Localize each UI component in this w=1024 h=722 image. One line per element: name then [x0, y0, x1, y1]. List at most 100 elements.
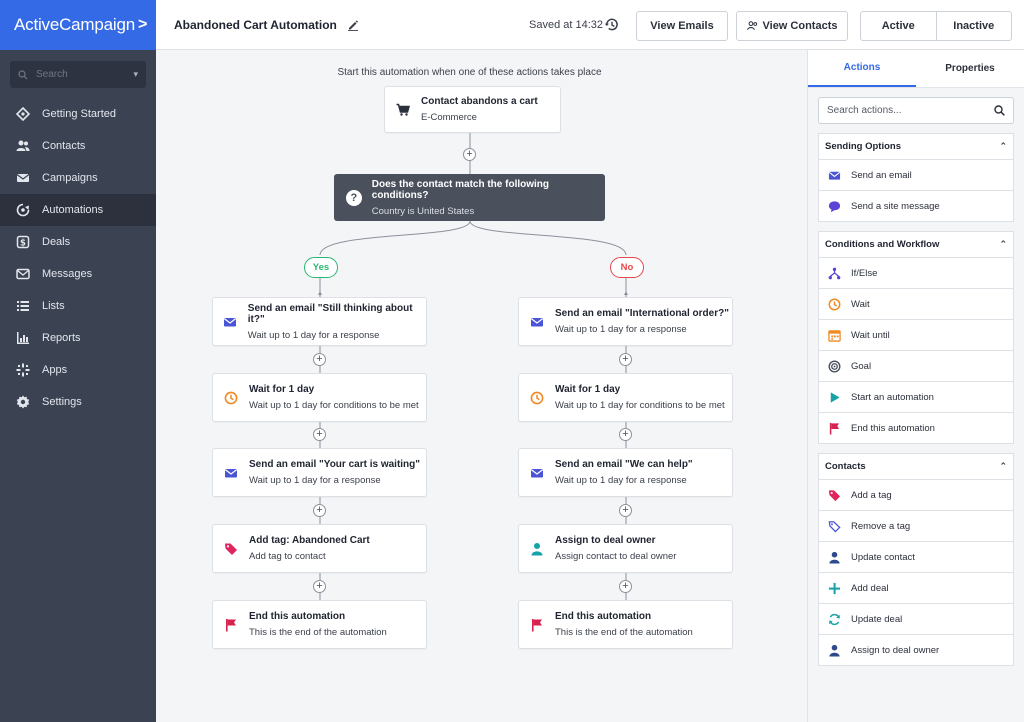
view-contacts-button[interactable]: View Contacts [736, 11, 848, 41]
chevron-down-icon[interactable]: ▾ [133, 69, 138, 80]
action-wait[interactable]: Wait [818, 289, 1014, 320]
add-step-button[interactable]: + [619, 504, 632, 517]
sidebar-item-contacts[interactable]: Contacts [0, 130, 156, 162]
automation-canvas[interactable]: Start this automation when one of these … [156, 50, 807, 722]
clock-icon [827, 297, 841, 311]
sidebar-item-reports[interactable]: Reports [0, 322, 156, 354]
section-title: Sending Options [825, 141, 901, 152]
no-step-3[interactable]: Send an email "We can help" Wait up to 1 … [518, 448, 733, 497]
actions-search[interactable] [818, 97, 1014, 124]
action-wait-until[interactable]: Wait until [818, 320, 1014, 351]
sidebar-search-input[interactable]: Search [28, 69, 133, 80]
trigger-title: Contact abandons a cart [421, 96, 538, 107]
trigger-node[interactable]: Contact abandons a cart E-Commerce [384, 86, 561, 133]
action-label: Start an automation [851, 391, 934, 403]
search-icon[interactable] [994, 105, 1005, 116]
no-step-4[interactable]: Assign to deal owner Assign contact to de… [518, 524, 733, 573]
no-step-5[interactable]: End this automation This is the end of th… [518, 600, 733, 649]
envelope-icon [519, 466, 555, 480]
action-send-site-message[interactable]: Send a site message [818, 191, 1014, 222]
section-header[interactable]: Contacts ⌃ [818, 453, 1014, 480]
chevron-up-icon: ⌃ [999, 461, 1007, 471]
active-button[interactable]: Active [861, 12, 936, 40]
action-add-tag[interactable]: Add a tag [818, 480, 1014, 511]
yes-branch-label[interactable]: Yes [304, 257, 338, 278]
envelope-icon [213, 466, 249, 480]
chat-icon [827, 199, 841, 213]
yes-step-4[interactable]: Add tag: Abandoned Cart Add tag to contac… [212, 524, 427, 573]
yes-step-5[interactable]: End this automation This is the end of th… [212, 600, 427, 649]
add-step-button[interactable]: + [313, 428, 326, 441]
logo[interactable]: ActiveCampaign > [0, 0, 156, 50]
yes-step-2[interactable]: Wait for 1 day Wait up to 1 day for condi… [212, 373, 427, 422]
section-header[interactable]: Conditions and Workflow ⌃ [818, 231, 1014, 258]
sidebar-item-label: Settings [42, 396, 82, 408]
action-goal[interactable]: Goal [818, 351, 1014, 382]
condition-node[interactable]: ? Does the contact match the following c… [334, 174, 605, 221]
history-icon[interactable] [604, 17, 619, 32]
svg-text:$: $ [20, 239, 26, 249]
envelope-icon [519, 315, 555, 329]
step-title: Wait for 1 day [249, 384, 315, 395]
add-step-button[interactable]: + [619, 353, 632, 366]
no-step-2[interactable]: Wait for 1 day Wait up to 1 day for condi… [518, 373, 733, 422]
add-step-button[interactable]: + [313, 353, 326, 366]
split-icon [827, 266, 841, 280]
add-step-button[interactable]: + [619, 428, 632, 441]
action-if-else[interactable]: If/Else [818, 258, 1014, 289]
pencil-icon[interactable] [347, 19, 359, 31]
add-step-button[interactable]: + [313, 580, 326, 593]
sidebar-item-settings[interactable]: Settings [0, 386, 156, 418]
action-add-deal[interactable]: Add deal [818, 573, 1014, 604]
action-remove-tag[interactable]: Remove a tag [818, 511, 1014, 542]
tag-outline-icon [827, 519, 841, 533]
tab-actions[interactable]: Actions [808, 50, 916, 87]
inactive-button[interactable]: Inactive [935, 12, 1012, 40]
yes-step-1[interactable]: Send an email "Still thinking about it?"… [212, 297, 427, 346]
action-send-email[interactable]: Send an email [818, 160, 1014, 191]
sidebar-item-campaigns[interactable]: Campaigns [0, 162, 156, 194]
clock-icon [519, 391, 555, 405]
action-label: Update contact [851, 551, 915, 563]
sidebar-item-messages[interactable]: Messages [0, 258, 156, 290]
users-icon [746, 21, 757, 31]
tab-properties[interactable]: Properties [916, 50, 1024, 87]
action-update-deal[interactable]: Update deal [818, 604, 1014, 635]
action-end-automation[interactable]: End this automation [818, 413, 1014, 444]
sidebar-item-lists[interactable]: Lists [0, 290, 156, 322]
step-title: Wait for 1 day [555, 384, 621, 395]
page-title[interactable]: Abandoned Cart Automation [174, 18, 337, 32]
action-label: Remove a tag [851, 520, 911, 532]
sidebar-item-deals[interactable]: $ Deals [0, 226, 156, 258]
action-assign-deal-owner[interactable]: Assign to deal owner [818, 635, 1014, 666]
envelope-icon [827, 168, 841, 182]
step-subtitle: This is the end of the automation [249, 627, 387, 638]
actions-search-input[interactable] [827, 105, 994, 116]
add-step-button[interactable]: + [619, 580, 632, 593]
add-step-button[interactable]: + [463, 148, 476, 161]
no-step-1[interactable]: Send an email "International order?" Wait… [518, 297, 733, 346]
sidebar-item-label: Campaigns [42, 172, 98, 184]
action-update-contact[interactable]: Update contact [818, 542, 1014, 573]
no-branch-label[interactable]: No [610, 257, 644, 278]
flag-icon [827, 421, 841, 435]
step-subtitle: Add tag to contact [249, 551, 326, 562]
sidebar-search[interactable]: Search ▾ [10, 61, 146, 88]
step-title: End this automation [555, 611, 652, 622]
action-label: Add a tag [851, 489, 892, 501]
sidebar-item-getting-started[interactable]: Getting Started [0, 98, 156, 130]
person-icon [827, 643, 841, 657]
section-header[interactable]: Sending Options ⌃ [818, 133, 1014, 160]
sidebar-item-apps[interactable]: Apps [0, 354, 156, 386]
cart-icon [385, 103, 421, 117]
action-start-automation[interactable]: Start an automation [818, 382, 1014, 413]
panel-tabs: Actions Properties [808, 50, 1024, 88]
sidebar-item-automations[interactable]: Automations [0, 194, 156, 226]
action-label: Wait [851, 298, 870, 310]
view-emails-label: View Emails [650, 20, 714, 32]
sidebar-item-label: Lists [42, 300, 65, 312]
add-step-button[interactable]: + [313, 504, 326, 517]
yes-step-3[interactable]: Send an email "Your cart is waiting" Wait… [212, 448, 427, 497]
step-subtitle: Wait up to 1 day for a response [247, 329, 380, 341]
view-emails-button[interactable]: View Emails [636, 11, 728, 41]
